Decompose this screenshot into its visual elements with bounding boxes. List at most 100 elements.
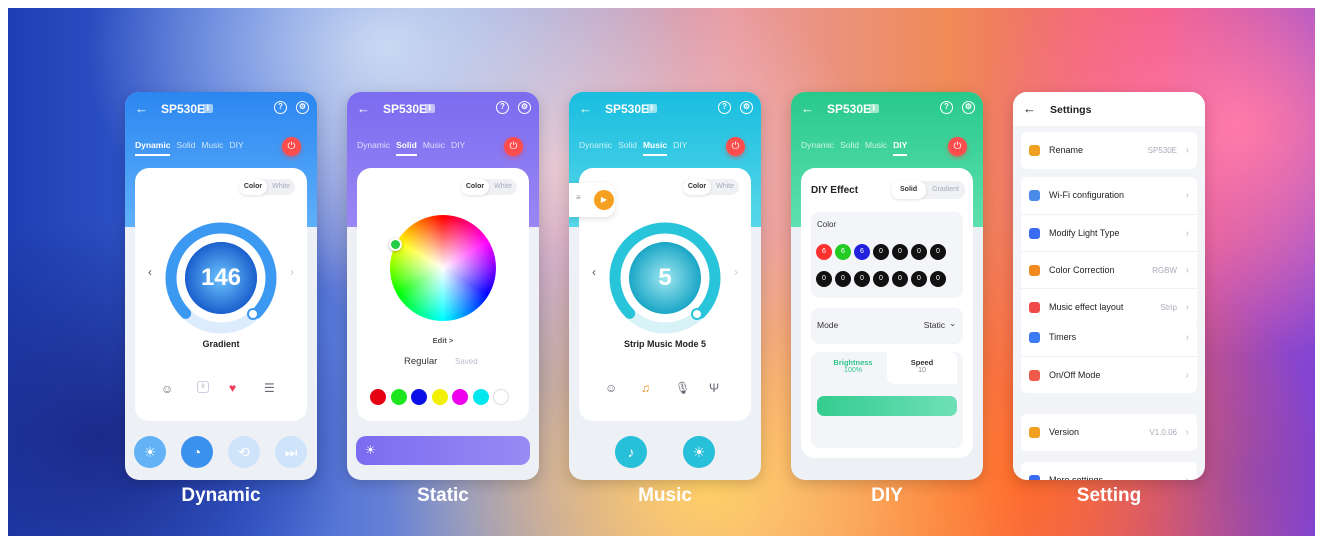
tab-dynamic[interactable]: Dynamic [801,140,834,150]
color-wheel[interactable] [390,215,496,321]
next-arrow-icon[interactable]: › [290,265,294,279]
color-slot[interactable]: 0 [930,244,946,260]
tab-solid[interactable]: Solid [176,140,195,150]
tab-solid[interactable]: Solid [618,140,637,150]
power-button[interactable]: ⏻ [282,137,301,156]
play-icon[interactable]: ▶ [594,190,614,210]
color-swatch[interactable] [370,389,386,405]
settings-item[interactable]: More settings › [1021,462,1197,480]
color-swatch[interactable] [493,389,509,405]
color-swatch[interactable] [411,389,427,405]
help-icon[interactable]: ? [496,101,509,114]
color-picker-handle[interactable] [389,238,402,251]
power-button[interactable]: ⏻ [726,137,745,156]
tab-music[interactable]: Music [865,140,887,150]
mode-row[interactable]: Mode Static ⌄ [811,308,963,344]
color-slot[interactable]: 0 [911,271,927,287]
settings-item[interactable]: Version V1.0.06 › [1021,414,1197,451]
help-icon[interactable]: ? [718,101,731,114]
color-slot[interactable]: 0 [854,271,870,287]
settings-gear-icon[interactable]: ⚙ [518,101,531,114]
color-slot[interactable]: 0 [911,244,927,260]
tab-solid[interactable]: Solid [840,140,859,150]
brightness-slider[interactable]: ☀ [356,436,530,465]
settings-item[interactable]: Modify Light Type › [1021,214,1197,251]
back-icon[interactable]: ← [579,101,592,116]
next-arrow-icon[interactable]: › [734,265,738,279]
sun-icon[interactable]: ☀ [683,436,715,468]
color-slot[interactable]: 0 [835,271,851,287]
tab-diy[interactable]: DIY [451,140,465,150]
seg-color[interactable]: Color [460,179,490,195]
color-slot[interactable]: 0 [892,244,908,260]
color-slot[interactable]: 0 [873,271,889,287]
seg-color[interactable]: Color [682,179,712,195]
color-slot[interactable]: 0 [930,271,946,287]
prev-arrow-icon[interactable]: ‹ [592,265,596,279]
color-slot[interactable]: 6 [816,244,832,260]
speed-tab[interactable]: Speed 10 [887,352,957,384]
tab-music[interactable]: Music [423,140,445,150]
settings-gear-icon[interactable]: ⚙ [740,101,753,114]
settings-item[interactable]: Timers › [1021,319,1197,356]
color-swatch[interactable] [390,389,407,405]
back-icon[interactable]: ← [357,101,370,116]
settings-item[interactable]: Rename SP530E › [1021,132,1197,169]
help-icon[interactable]: ? [274,101,287,114]
skip-icon[interactable]: ⏭ [275,436,307,468]
settings-gear-icon[interactable]: ⚙ [962,101,975,114]
brightness-slider[interactable] [817,396,957,416]
seg-gradient[interactable]: Gradient [926,181,965,199]
brightness-tab[interactable]: Brightness 100% [817,358,889,384]
tab-music[interactable]: Music [642,140,668,156]
pause-icon[interactable]: II [197,381,209,393]
tab-diy[interactable]: DIY [230,140,244,150]
speed-icon[interactable]: ◔ [181,436,213,468]
tab-solid[interactable]: Solid [396,140,417,156]
back-icon[interactable]: ← [801,101,814,116]
power-button[interactable]: ⏻ [504,137,523,156]
color-swatch[interactable] [472,389,489,405]
settings-item[interactable]: On/Off Mode › [1021,356,1197,393]
playlist-tab[interactable]: ≡ ▶ [569,183,615,217]
seg-white[interactable]: White [711,179,739,195]
microphone-icon[interactable]: 🎙 [675,381,690,395]
help-icon[interactable]: ? [940,101,953,114]
edit-link[interactable]: Edit > [357,336,529,345]
loop-icon[interactable]: ⟲ [228,436,260,468]
music-note-icon[interactable]: ♫ [641,381,650,395]
settings-item[interactable]: Wi-Fi configuration › [1021,177,1197,214]
tab-music[interactable]: Music [201,140,223,150]
user-music-icon[interactable]: ♪ [615,436,647,468]
settings-item[interactable]: Color Correction RGBW › [1021,251,1197,288]
power-button[interactable]: ⏻ [948,137,967,156]
regular-tab[interactable]: Regular [404,356,437,367]
tab-dynamic[interactable]: Dynamic [135,140,171,156]
tab-dynamic[interactable]: Dynamic [357,140,390,150]
seg-white[interactable]: White [489,179,517,195]
color-slot[interactable]: 0 [873,244,889,260]
emoji-icon[interactable]: ☺ [605,381,617,395]
mic-stand-icon[interactable]: Ψ [709,381,719,395]
tab-dynamic[interactable]: Dynamic [579,140,612,150]
emoji-icon[interactable]: ☺ [161,382,173,396]
color-swatch[interactable] [431,389,448,405]
tab-diy[interactable]: DIY [893,140,908,156]
heart-icon[interactable]: ♥ [229,381,236,395]
color-slot[interactable]: 6 [835,244,851,260]
color-swatch[interactable] [452,389,468,405]
back-icon[interactable]: ← [135,101,148,116]
back-icon[interactable]: ← [1023,101,1036,116]
prev-arrow-icon[interactable]: ‹ [148,265,152,279]
tab-diy[interactable]: DIY [673,140,687,150]
saved-tab[interactable]: Saved [455,357,478,366]
color-slot[interactable]: 0 [892,271,908,287]
seg-solid[interactable]: Solid [891,181,927,199]
list-icon[interactable]: ☰ [264,381,275,395]
seg-color[interactable]: Color [238,179,268,195]
settings-gear-icon[interactable]: ⚙ [296,101,309,114]
color-slot[interactable]: 0 [816,271,832,287]
sun-icon[interactable]: ☀ [134,436,166,468]
color-slot[interactable]: 6 [854,244,870,260]
seg-white[interactable]: White [267,179,295,195]
